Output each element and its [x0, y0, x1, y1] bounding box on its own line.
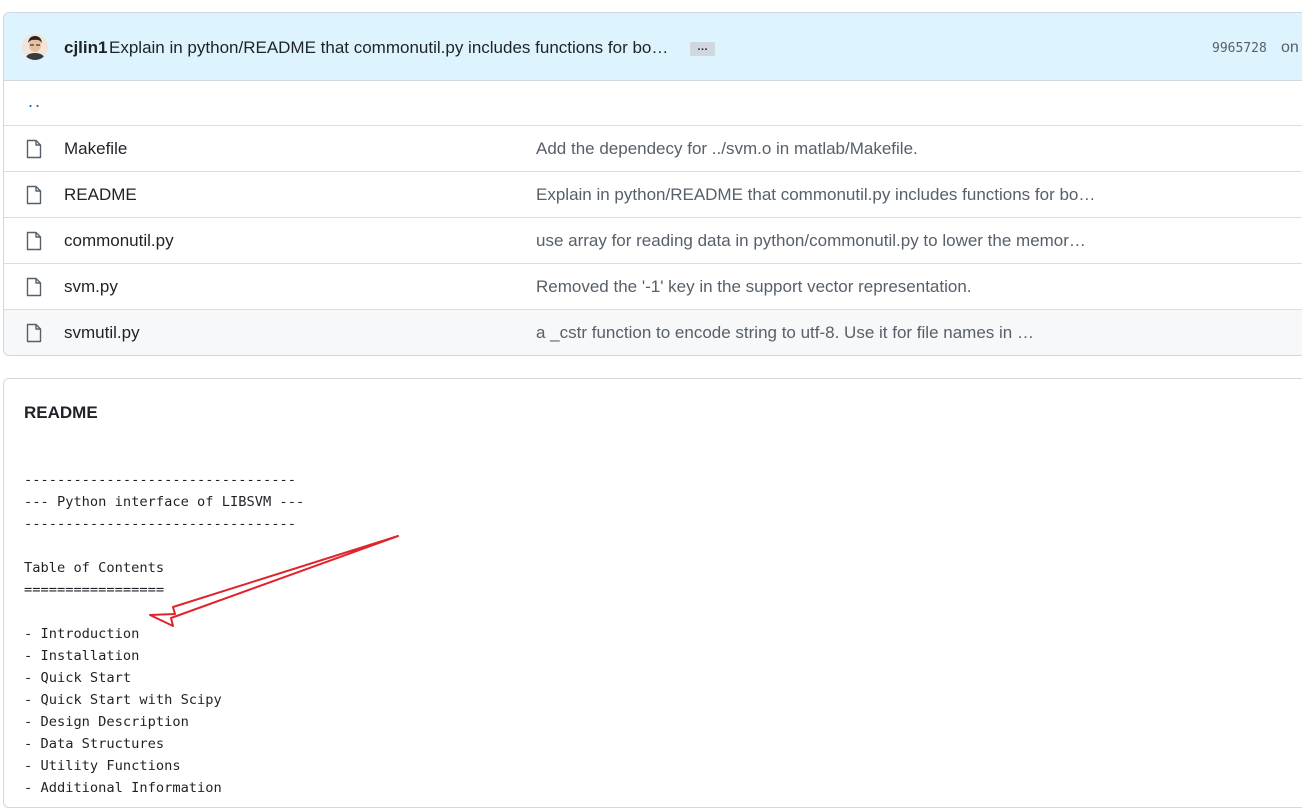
file-icon: [25, 185, 43, 205]
commit-date-label: on: [1281, 39, 1299, 56]
avatar[interactable]: [22, 34, 48, 60]
readme-line: =================: [24, 582, 165, 598]
readme-line: - Data Structures: [24, 736, 165, 752]
file-icon: [25, 231, 43, 251]
readme-line: - Quick Start: [24, 670, 132, 686]
readme-line: [24, 535, 304, 557]
readme-line: - Utility Functions: [24, 758, 181, 774]
parent-directory-link[interactable]: ..: [28, 91, 42, 112]
file-commit-message-link[interactable]: Removed the '-1' key in the support vect…: [536, 277, 972, 297]
latest-commit-header: cjlin1 Explain in python/README that com…: [4, 13, 1302, 81]
readme-line: - Quick Start with Scipy: [24, 692, 222, 708]
file-commit-message-link[interactable]: Explain in python/README that commonutil…: [536, 185, 1095, 205]
file-listing: cjlin1 Explain in python/README that com…: [3, 12, 1302, 356]
file-icon: [25, 277, 43, 297]
file-name-link[interactable]: svmutil.py: [64, 323, 140, 343]
readme-line: ---------------------------------: [24, 516, 296, 532]
readme-line: - Design Description: [24, 714, 189, 730]
file-row[interactable]: Makefile Add the dependecy for ../svm.o …: [4, 126, 1302, 172]
readme-line: [24, 601, 304, 623]
readme-line: Table of Contents: [24, 560, 165, 576]
commit-message-link[interactable]: Explain in python/README that commonutil…: [109, 38, 668, 58]
file-icon: [25, 139, 43, 159]
expand-commit-message-button[interactable]: …: [690, 42, 715, 56]
readme-line: --- Python interface of LIBSVM ---: [24, 494, 305, 510]
file-name-link[interactable]: README: [64, 185, 137, 205]
readme-line: - Additional Information: [24, 780, 222, 796]
file-commit-message-link[interactable]: a _cstr function to encode string to utf…: [536, 323, 1034, 343]
readme-title[interactable]: README: [24, 403, 98, 423]
file-row[interactable]: svm.py Removed the '-1' key in the suppo…: [4, 264, 1302, 310]
commit-sha-link[interactable]: 9965728: [1212, 41, 1267, 56]
readme-content: --------------------------------- --- Pyt…: [24, 469, 304, 799]
file-row[interactable]: README Explain in python/README that com…: [4, 172, 1302, 218]
parent-directory-row[interactable]: ..: [4, 81, 1302, 126]
readme-line: ---------------------------------: [24, 472, 296, 488]
file-commit-message-link[interactable]: Add the dependecy for ../svm.o in matlab…: [536, 139, 918, 159]
readme-panel: README ---------------------------------…: [3, 378, 1302, 808]
file-name-link[interactable]: svm.py: [64, 277, 118, 297]
file-icon: [25, 323, 43, 343]
file-row[interactable]: svmutil.py a _cstr function to encode st…: [4, 310, 1302, 355]
file-commit-message-link[interactable]: use array for reading data in python/com…: [536, 231, 1086, 251]
file-row[interactable]: commonutil.py use array for reading data…: [4, 218, 1302, 264]
commit-author-link[interactable]: cjlin1: [64, 38, 107, 58]
file-name-link[interactable]: Makefile: [64, 139, 127, 159]
file-name-link[interactable]: commonutil.py: [64, 231, 174, 251]
readme-line: - Installation: [24, 648, 140, 664]
readme-line: - Introduction: [24, 626, 140, 642]
